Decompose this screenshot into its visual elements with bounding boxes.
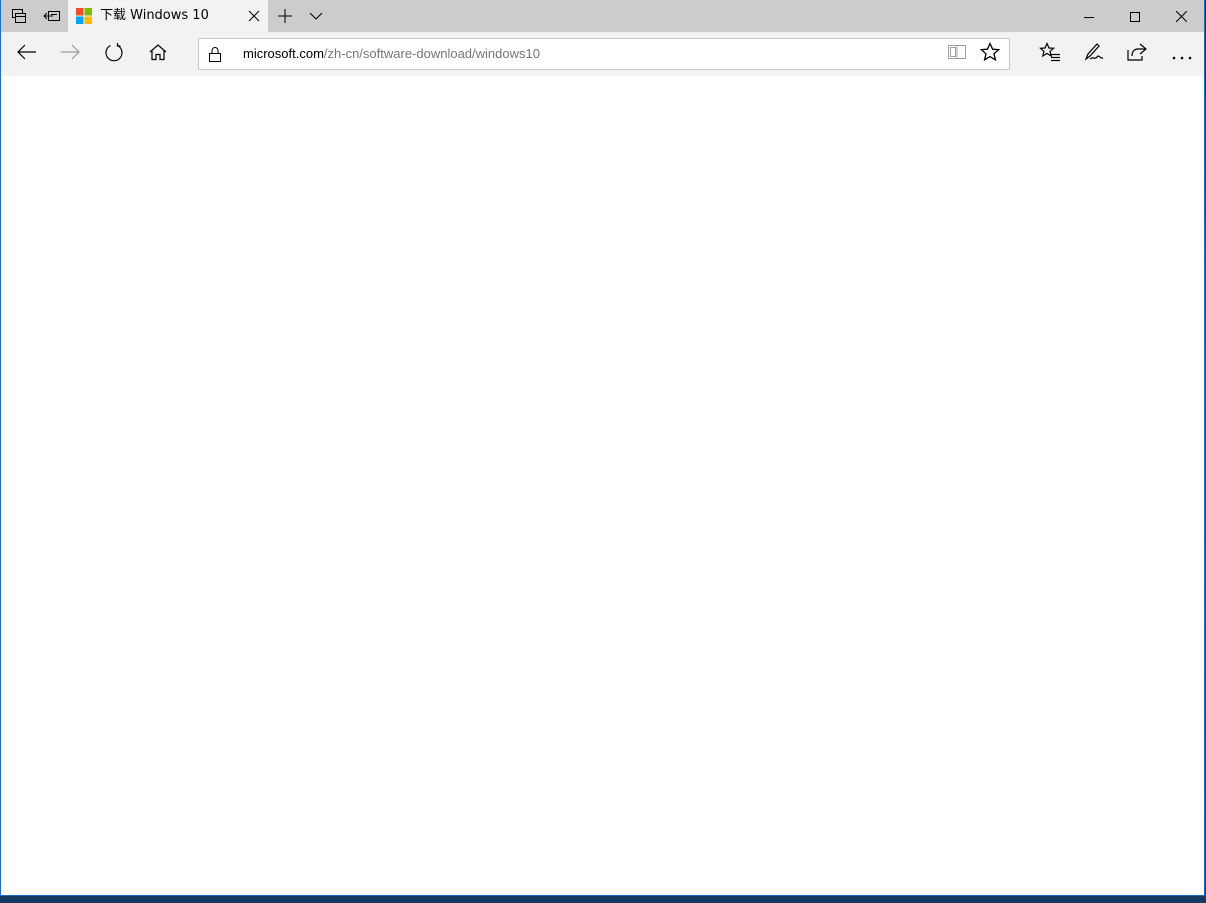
home-icon bbox=[149, 43, 167, 65]
tab-close-button[interactable] bbox=[246, 8, 262, 24]
close-icon bbox=[1175, 7, 1187, 26]
minimize-button[interactable] bbox=[1066, 0, 1112, 32]
chevron-down-icon bbox=[309, 12, 323, 20]
maximize-icon bbox=[1130, 7, 1140, 26]
set-aside-tabs-button[interactable] bbox=[36, 0, 68, 32]
title-bar: 下载 Windows 10 bbox=[1, 0, 1204, 32]
address-bar[interactable]: microsoft.com/zh-cn/software-download/wi… bbox=[198, 38, 1010, 70]
microsoft-logo-icon bbox=[76, 8, 92, 24]
tab-overview-icon bbox=[11, 8, 27, 24]
close-window-button[interactable] bbox=[1158, 0, 1204, 32]
browser-window: 下载 Windows 10 microsoft.com/zh-cn/softwa… bbox=[0, 0, 1205, 896]
tab-list-button[interactable] bbox=[300, 0, 332, 32]
close-icon bbox=[248, 7, 260, 26]
arrow-left-icon bbox=[17, 44, 37, 64]
back-button[interactable] bbox=[5, 32, 49, 76]
pen-icon bbox=[1084, 42, 1104, 66]
url-text[interactable]: microsoft.com/zh-cn/software-download/wi… bbox=[243, 39, 540, 69]
book-icon bbox=[948, 44, 966, 64]
plus-icon bbox=[278, 9, 292, 23]
tab-title: 下载 Windows 10 bbox=[100, 8, 209, 23]
minimize-icon bbox=[1084, 7, 1094, 26]
url-path: /zh-cn/software-download/windows10 bbox=[323, 46, 540, 61]
page-content[interactable] bbox=[1, 76, 1204, 895]
reading-view-button[interactable] bbox=[941, 39, 973, 69]
add-favorite-button[interactable] bbox=[974, 39, 1006, 69]
arrow-right-icon bbox=[60, 44, 80, 64]
maximize-button[interactable] bbox=[1112, 0, 1158, 32]
web-note-button[interactable] bbox=[1072, 32, 1116, 76]
new-tab-button[interactable] bbox=[269, 0, 301, 32]
more-icon bbox=[1172, 45, 1192, 64]
tab-overview-button[interactable] bbox=[3, 0, 35, 32]
favorites-hub-button[interactable] bbox=[1028, 32, 1072, 76]
refresh-button[interactable] bbox=[92, 32, 136, 76]
navigation-toolbar: microsoft.com/zh-cn/software-download/wi… bbox=[1, 32, 1204, 76]
url-host: microsoft.com bbox=[243, 46, 324, 61]
refresh-icon bbox=[104, 42, 124, 66]
lock-icon bbox=[207, 46, 223, 62]
share-icon bbox=[1127, 43, 1147, 65]
tab-windows10-download[interactable]: 下载 Windows 10 bbox=[68, 0, 268, 32]
share-button[interactable] bbox=[1115, 32, 1159, 76]
forward-button[interactable] bbox=[48, 32, 92, 76]
set-aside-tabs-icon bbox=[43, 8, 61, 24]
more-button[interactable] bbox=[1160, 32, 1204, 76]
favorites-list-icon bbox=[1039, 42, 1061, 66]
star-icon bbox=[979, 41, 1001, 66]
home-button[interactable] bbox=[136, 32, 180, 76]
